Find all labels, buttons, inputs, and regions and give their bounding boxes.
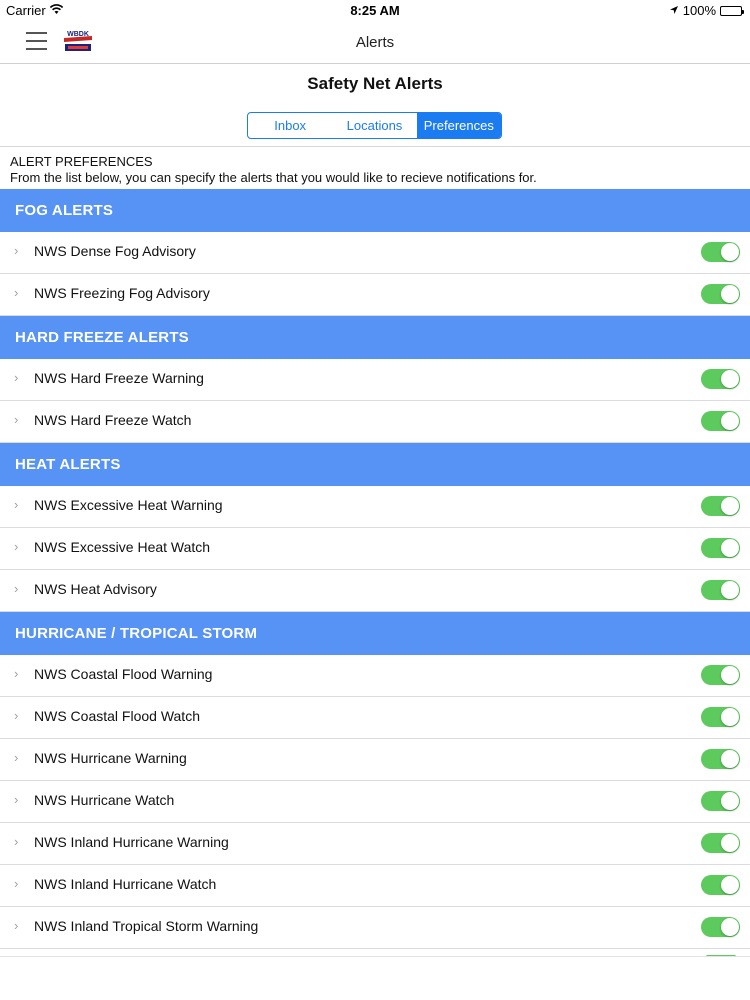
preferences-description: From the list below, you can specify the…	[10, 170, 537, 185]
status-bar: Carrier 8:25 AM 100%	[0, 0, 750, 20]
bottom-bar	[0, 956, 750, 1000]
list-item[interactable]: › NWS Inland Hurricane Watch	[0, 865, 750, 907]
navigation-bar: WBDK Alerts	[0, 20, 750, 64]
section-header-fog: FOG ALERTS	[0, 189, 750, 232]
alert-toggle[interactable]	[701, 791, 740, 811]
chevron-right-icon: ›	[14, 370, 19, 385]
chevron-right-icon: ›	[14, 412, 19, 427]
chevron-right-icon: ›	[14, 581, 19, 596]
alerts-screen: Carrier 8:25 AM 100% WBDK Alerts Safety …	[0, 0, 750, 1000]
alert-toggle[interactable]	[701, 665, 740, 685]
list-item[interactable]: › NWS Excessive Heat Warning	[0, 486, 750, 528]
alert-toggle[interactable]	[701, 875, 740, 895]
alert-toggle[interactable]	[701, 369, 740, 389]
section-header-hard-freeze: HARD FREEZE ALERTS	[0, 316, 750, 359]
alert-label: NWS Hurricane Warning	[34, 750, 187, 766]
alert-label: NWS Excessive Heat Warning	[34, 497, 223, 513]
chevron-right-icon: ›	[14, 750, 19, 765]
list-item[interactable]: › NWS Coastal Flood Watch	[0, 697, 750, 739]
chevron-right-icon: ›	[14, 285, 19, 300]
list-item[interactable]: › NWS Inland Tropical Storm Warning	[0, 907, 750, 949]
chevron-right-icon: ›	[14, 708, 19, 723]
chevron-right-icon: ›	[14, 666, 19, 681]
alert-toggle[interactable]	[701, 749, 740, 769]
chevron-right-icon: ›	[14, 243, 19, 258]
list-item[interactable]: › NWS Hurricane Watch	[0, 781, 750, 823]
alert-label: NWS Hard Freeze Warning	[34, 370, 204, 386]
list-item[interactable]: › NWS Dense Fog Advisory	[0, 232, 750, 274]
list-item[interactable]: › NWS Hard Freeze Watch	[0, 401, 750, 443]
list-item[interactable]: › NWS Hurricane Warning	[0, 739, 750, 781]
alert-label: NWS Dense Fog Advisory	[34, 243, 196, 259]
chevron-right-icon: ›	[14, 918, 19, 933]
alert-toggle[interactable]	[701, 242, 740, 262]
alert-label: NWS Heat Advisory	[34, 581, 157, 597]
alert-label: NWS Inland Hurricane Watch	[34, 876, 217, 892]
alert-label: NWS Coastal Flood Warning	[34, 666, 213, 682]
alert-label: NWS Hurricane Watch	[34, 792, 175, 808]
page-title: Safety Net Alerts	[307, 74, 443, 93]
chevron-right-icon: ›	[14, 497, 19, 512]
segmented-control: Inbox Locations Preferences	[247, 112, 502, 139]
alert-toggle[interactable]	[701, 707, 740, 727]
preferences-heading: ALERT PREFERENCES	[10, 154, 153, 169]
status-right: 100%	[669, 3, 744, 18]
tab-locations[interactable]: Locations	[332, 113, 416, 138]
list-item[interactable]: › NWS Heat Advisory	[0, 570, 750, 612]
alert-label: NWS Freezing Fog Advisory	[34, 285, 210, 301]
alert-toggle[interactable]	[701, 833, 740, 853]
alert-label: NWS Inland Hurricane Warning	[34, 834, 229, 850]
chevron-right-icon: ›	[14, 539, 19, 554]
alert-label: NWS Excessive Heat Watch	[34, 539, 211, 555]
clock-label: 8:25 AM	[350, 3, 400, 18]
list-item[interactable]: › NWS Freezing Fog Advisory	[0, 274, 750, 316]
alert-toggle[interactable]	[701, 917, 740, 937]
tab-inbox[interactable]: Inbox	[248, 113, 332, 138]
alert-toggle[interactable]	[701, 538, 740, 558]
alert-toggle[interactable]	[701, 496, 740, 516]
chevron-right-icon: ›	[14, 876, 19, 891]
battery-icon	[720, 5, 744, 16]
alert-preferences-list: FOG ALERTS › NWS Dense Fog Advisory › NW…	[0, 189, 750, 949]
tab-preferences[interactable]: Preferences	[416, 113, 501, 138]
chevron-right-icon: ›	[14, 792, 19, 807]
battery-percent: 100%	[682, 3, 716, 18]
alert-toggle[interactable]	[701, 284, 740, 304]
list-item[interactable]: › NWS Excessive Heat Watch	[0, 528, 750, 570]
alert-label: NWS Hard Freeze Watch	[34, 412, 192, 428]
list-item[interactable]: › NWS Inland Hurricane Warning	[0, 823, 750, 865]
section-header-heat: HEAT ALERTS	[0, 443, 750, 486]
list-item[interactable]: › NWS Coastal Flood Warning	[0, 655, 750, 697]
section-header-hurricane: HURRICANE / TROPICAL STORM	[0, 612, 750, 655]
location-arrow-icon	[669, 3, 679, 18]
alert-label: NWS Coastal Flood Watch	[34, 708, 200, 724]
alert-label: NWS Inland Tropical Storm Warning	[34, 918, 259, 934]
nav-title: Alerts	[355, 34, 395, 51]
divider	[0, 146, 750, 147]
alert-toggle[interactable]	[701, 580, 740, 600]
alert-toggle[interactable]	[701, 411, 740, 431]
chevron-right-icon: ›	[14, 834, 19, 849]
list-item[interactable]: › NWS Hard Freeze Warning	[0, 359, 750, 401]
